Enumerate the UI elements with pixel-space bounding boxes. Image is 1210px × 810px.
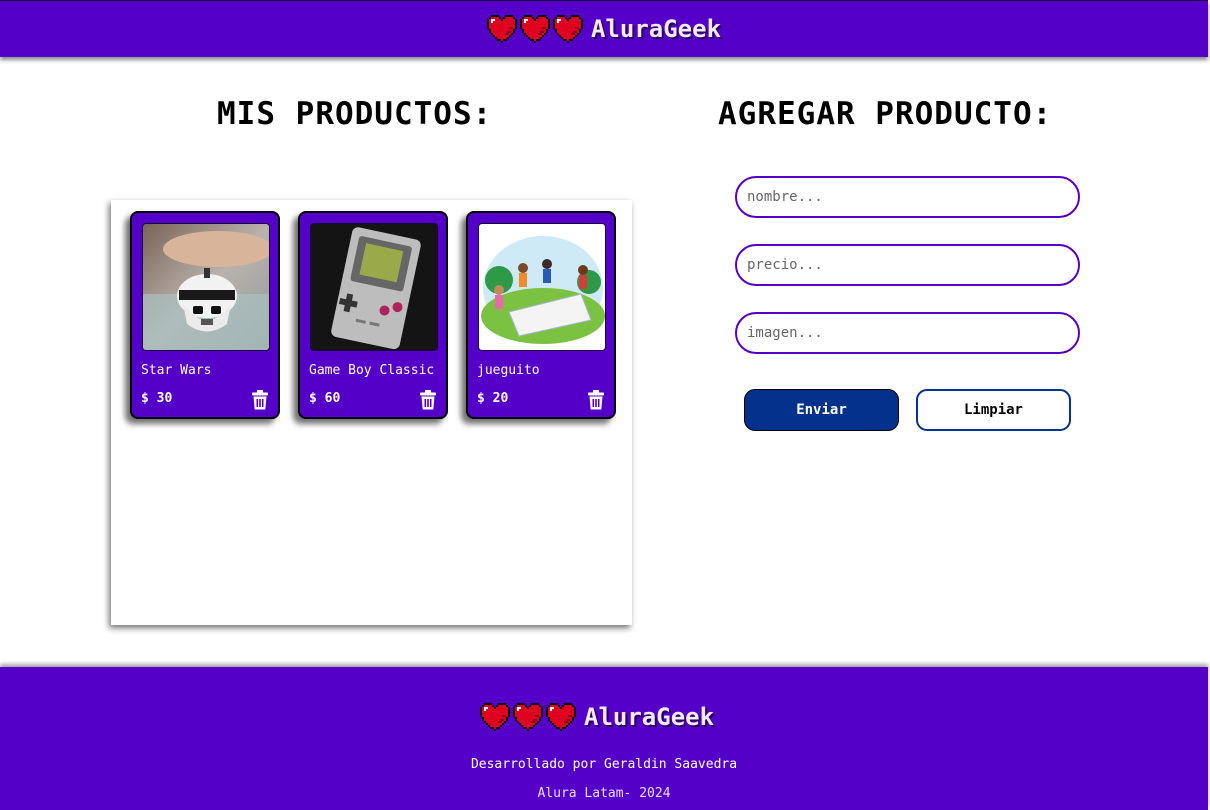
product-card: Game Boy Classic $ 60 (298, 211, 448, 419)
product-price: $ 60 (309, 391, 341, 406)
site-footer: AluraGeek Desarrollado por Geraldin Saav… (0, 667, 1208, 810)
product-image (478, 223, 606, 351)
site-header: AluraGeek (0, 0, 1208, 57)
heart-icon (546, 703, 576, 731)
image-input[interactable] (735, 312, 1080, 354)
heart-icon (552, 15, 583, 43)
product-name: Star Wars (141, 363, 212, 378)
footer-copyright: Alura Latam- 2024 (537, 786, 671, 801)
name-input[interactable] (735, 176, 1080, 218)
trash-icon[interactable] (251, 390, 269, 410)
product-image (310, 223, 438, 351)
trash-icon[interactable] (587, 390, 605, 410)
hearts-group (486, 15, 583, 43)
trash-icon[interactable] (419, 390, 437, 410)
heart-icon (513, 703, 543, 731)
hearts-group (480, 703, 576, 731)
kids-hopscotch-image (479, 224, 605, 350)
products-panel: Star Wars $ 30 Game Boy Classic $ 60 jue… (111, 200, 632, 625)
footer-logo[interactable]: AluraGeek (480, 703, 714, 731)
price-input[interactable] (735, 244, 1080, 286)
add-product-title: AGREGAR PRODUCTO: (718, 96, 1053, 132)
products-title: MIS PRODUCTOS: (217, 96, 493, 132)
heart-icon (519, 15, 550, 43)
clear-button[interactable]: Limpiar (916, 389, 1071, 431)
submit-button[interactable]: Enviar (744, 389, 899, 431)
product-price: $ 20 (477, 391, 509, 406)
brand-name: AluraGeek (584, 703, 715, 731)
product-card: Star Wars $ 30 (130, 211, 280, 419)
stormtrooper-bank-image (143, 224, 269, 350)
heart-icon (486, 15, 517, 43)
product-card: jueguito $ 20 (466, 211, 616, 419)
footer-credit: Desarrollado por Geraldin Saavedra (470, 757, 738, 772)
product-name: Game Boy Classic (309, 363, 435, 378)
heart-icon (480, 703, 510, 731)
product-name: jueguito (477, 363, 540, 378)
product-price: $ 30 (141, 391, 173, 406)
gameboy-image (311, 224, 437, 350)
site-logo[interactable]: AluraGeek (486, 15, 722, 43)
brand-name: AluraGeek (590, 15, 722, 43)
product-image (142, 223, 270, 351)
